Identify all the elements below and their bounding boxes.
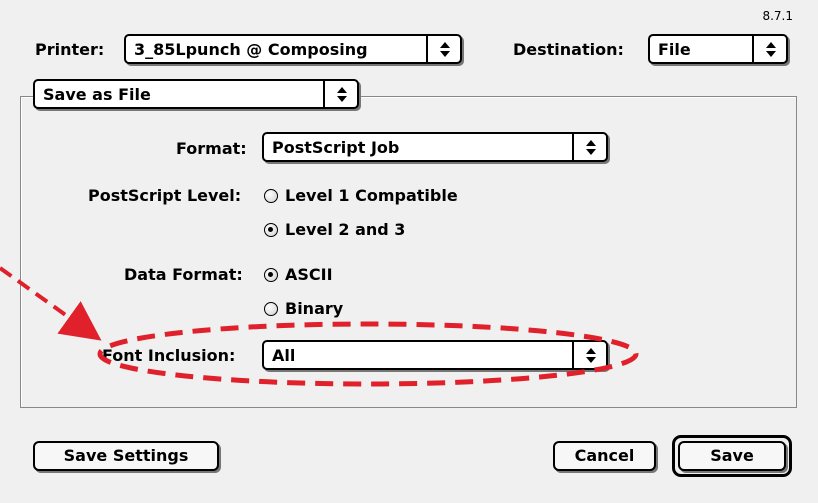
annotation-ellipse-icon xyxy=(97,321,639,387)
annotation-arrow-icon xyxy=(0,266,102,341)
annotation-overlay xyxy=(0,266,639,387)
